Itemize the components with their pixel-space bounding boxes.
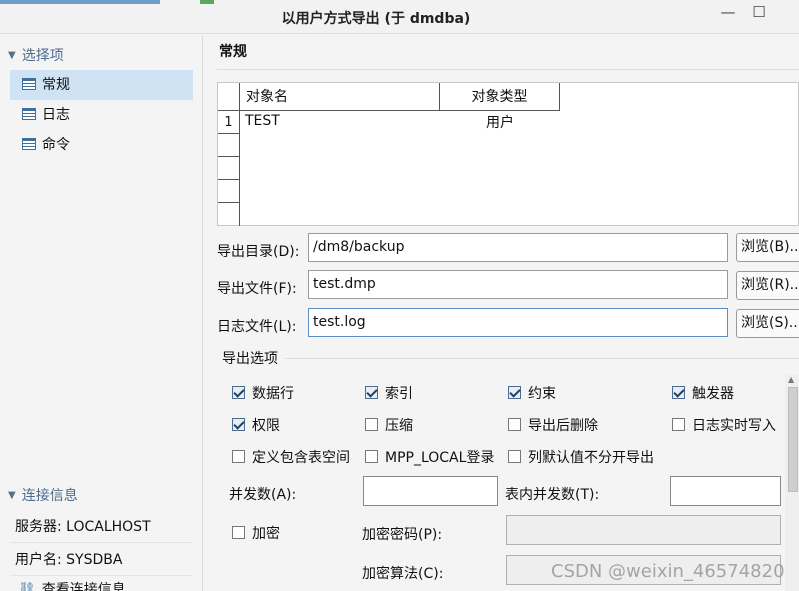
checkbox-label: 定义包含表空间 xyxy=(252,450,350,466)
checkbox-label: 列默认值不分开导出 xyxy=(528,450,654,466)
checkbox-label: 权限 xyxy=(252,418,280,434)
window-title: 以用户方式导出 (于 dmdba) xyxy=(281,11,471,27)
page-title: 常规 xyxy=(219,44,247,60)
page-icon xyxy=(22,108,36,120)
taskbar-strip xyxy=(0,0,160,4)
checkbox-label: 压缩 xyxy=(385,418,413,434)
server-info: 服务器: LOCALHOST xyxy=(10,511,193,543)
checkbox-unchecked-icon xyxy=(232,450,245,463)
checkbox-checked-icon xyxy=(232,386,245,399)
user-info: 用户名: SYSDBA xyxy=(10,544,193,576)
table-cell-name[interactable]: TEST xyxy=(245,110,280,133)
divider xyxy=(217,69,799,70)
checkbox-unchecked-icon xyxy=(508,418,521,431)
log-file-input[interactable]: test.log xyxy=(308,308,728,337)
checkbox-label: MPP_LOCAL登录 xyxy=(385,450,495,466)
checkbox-no-default-split[interactable]: 列默认值不分开导出 xyxy=(508,447,654,467)
nav-item-command[interactable]: 命令 xyxy=(10,130,193,160)
checkbox-unchecked-icon xyxy=(232,526,245,539)
checkbox-trigger[interactable]: 触发器 xyxy=(672,383,734,403)
row-number xyxy=(218,180,240,203)
checkbox-data-rows[interactable]: 数据行 xyxy=(232,383,294,403)
nav-item-general[interactable]: 常规 xyxy=(10,70,193,100)
column-header-object-type[interactable]: 对象类型 xyxy=(440,83,560,111)
checkbox-checked-icon xyxy=(672,386,685,399)
checkbox-encrypt[interactable]: 加密 xyxy=(232,523,280,543)
checkbox-drop-after-export[interactable]: 导出后删除 xyxy=(508,415,598,435)
conn-section-header[interactable]: ▼ 连接信息 xyxy=(8,485,198,511)
view-connection-label: 查看连接信息 xyxy=(41,582,126,591)
row-number: 1 xyxy=(218,111,240,134)
maximize-button[interactable]: ☐ xyxy=(749,3,769,21)
link-icon: ⛓ xyxy=(18,582,36,591)
table-parallel-input[interactable] xyxy=(670,476,781,506)
nav-item-label: 常规 xyxy=(42,77,70,93)
row-number xyxy=(218,134,240,157)
nav-item-label: 命令 xyxy=(42,137,70,153)
object-table: 对象名 对象类型 1 TEST 用户 xyxy=(217,82,799,226)
checkbox-constraint[interactable]: 约束 xyxy=(508,383,556,403)
row-number xyxy=(218,157,240,180)
nav-item-label: 日志 xyxy=(42,107,70,123)
table-cell-type[interactable]: 用户 xyxy=(440,112,560,135)
checkbox-grant[interactable]: 权限 xyxy=(232,415,280,435)
browse-file-button[interactable]: 浏览(R)... xyxy=(736,271,799,300)
checkbox-label: 导出后删除 xyxy=(528,418,598,434)
encrypt-password-input[interactable] xyxy=(506,515,781,545)
table-corner xyxy=(218,83,240,111)
checkbox-label: 数据行 xyxy=(252,386,294,402)
main-panel: 常规 对象名 对象类型 1 TEST 用户 导出目录(D): /dm8/back… xyxy=(207,36,799,591)
page-icon xyxy=(22,138,36,150)
export-file-input[interactable]: test.dmp xyxy=(308,270,728,299)
scroll-up-arrow-icon[interactable]: ▲ xyxy=(788,375,794,384)
watermark: CSDN @weixin_46574820 xyxy=(551,561,785,582)
minimize-button[interactable]: — xyxy=(718,3,738,21)
checkbox-compress[interactable]: 压缩 xyxy=(365,415,413,435)
divider xyxy=(285,358,799,359)
parallel-label: 并发数(A): xyxy=(229,487,297,503)
taskbar-strip xyxy=(200,0,214,4)
checkbox-unchecked-icon xyxy=(365,450,378,463)
export-file-label: 导出文件(F): xyxy=(217,281,297,297)
checkbox-label: 约束 xyxy=(528,386,556,402)
export-options-legend: 导出选项 xyxy=(222,351,278,367)
collapse-arrow-icon: ▼ xyxy=(8,490,16,501)
encrypt-password-label: 加密密码(P): xyxy=(362,527,443,543)
checkbox-checked-icon xyxy=(508,386,521,399)
column-header-object-name[interactable]: 对象名 xyxy=(240,83,440,111)
select-section-label: 选择项 xyxy=(21,48,64,64)
row-number xyxy=(218,203,240,226)
table-parallel-label: 表内并发数(T): xyxy=(505,487,600,503)
log-file-label: 日志文件(L): xyxy=(217,319,297,335)
checkbox-label: 触发器 xyxy=(692,386,734,402)
page-icon xyxy=(22,78,36,90)
checkbox-label: 加密 xyxy=(252,526,280,542)
checkbox-index[interactable]: 索引 xyxy=(365,383,413,403)
checkbox-label: 日志实时写入 xyxy=(692,418,776,434)
checkbox-label: 索引 xyxy=(385,386,413,402)
conn-section-label: 连接信息 xyxy=(21,488,78,504)
select-section-header[interactable]: ▼ 选择项 xyxy=(8,45,198,71)
export-dir-label: 导出目录(D): xyxy=(217,244,300,260)
checkbox-log-realtime[interactable]: 日志实时写入 xyxy=(672,415,776,435)
parallel-input[interactable] xyxy=(363,476,498,506)
checkbox-checked-icon xyxy=(232,418,245,431)
encrypt-algorithm-label: 加密算法(C): xyxy=(362,566,444,582)
checkbox-checked-icon xyxy=(365,386,378,399)
view-connection-link[interactable]: ⛓ 查看连接信息 xyxy=(18,580,198,591)
checkbox-unchecked-icon xyxy=(508,450,521,463)
browse-log-button[interactable]: 浏览(S)... xyxy=(736,309,799,338)
browse-dir-button[interactable]: 浏览(B)... xyxy=(736,233,799,262)
checkbox-unchecked-icon xyxy=(365,418,378,431)
nav-item-log[interactable]: 日志 xyxy=(10,100,193,130)
export-dir-input[interactable]: /dm8/backup xyxy=(308,233,728,262)
collapse-arrow-icon: ▼ xyxy=(8,50,16,61)
checkbox-mpp-local[interactable]: MPP_LOCAL登录 xyxy=(365,447,494,467)
scrollbar-thumb[interactable] xyxy=(788,387,798,492)
checkbox-unchecked-icon xyxy=(672,418,685,431)
checkbox-include-tablespace[interactable]: 定义包含表空间 xyxy=(232,447,350,467)
